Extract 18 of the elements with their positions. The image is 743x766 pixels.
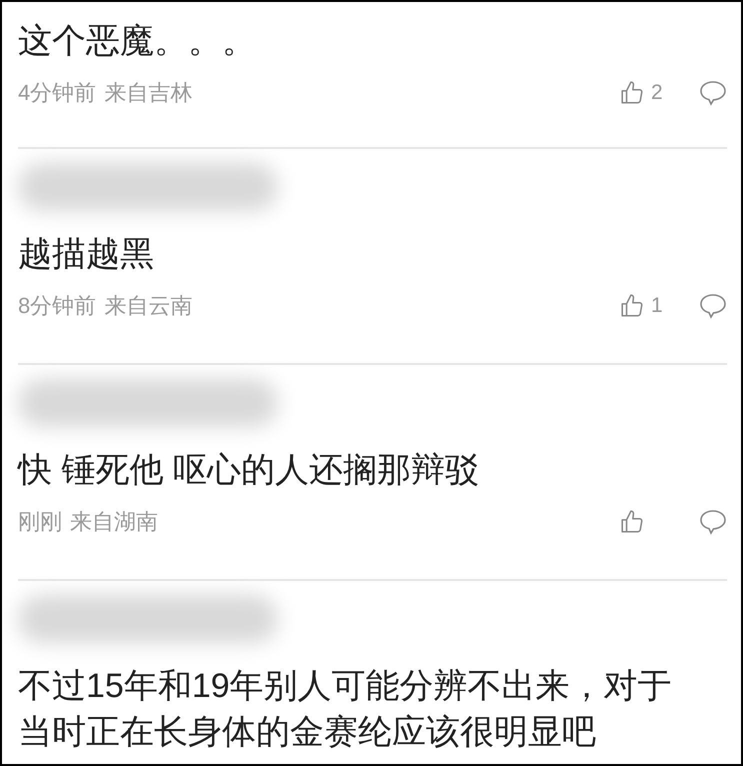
comment-text: 不过15年和19年别人可能分辨不出来，对于当时正在长身体的金赛纶应该很明显吧 (18, 666, 673, 753)
comment-location: 来自湖南 (70, 508, 158, 536)
comment-time: 8分钟前 (18, 292, 96, 320)
comment-location: 来自吉林 (104, 79, 192, 107)
comment-time: 4分钟前 (18, 79, 96, 107)
thumbs-up-icon[interactable] (619, 508, 645, 534)
comment-icon[interactable] (699, 80, 727, 106)
comment-text: 越描越黑 (18, 234, 155, 275)
comment-text: 这个恶魔。。。 (18, 21, 257, 62)
comment-location: 来自云南 (104, 292, 192, 320)
comment-time: 刚刚 (18, 508, 62, 536)
thumbs-up-icon[interactable] (619, 80, 645, 106)
comment-icon[interactable] (699, 508, 727, 534)
comment-text: 快 锤死他 呕心的人还搁那辩驳 (18, 450, 480, 491)
comment-icon[interactable] (699, 292, 727, 318)
like-count: 1 (651, 292, 664, 319)
like-count: 2 (651, 80, 664, 106)
thumbs-up-icon[interactable] (619, 292, 645, 318)
